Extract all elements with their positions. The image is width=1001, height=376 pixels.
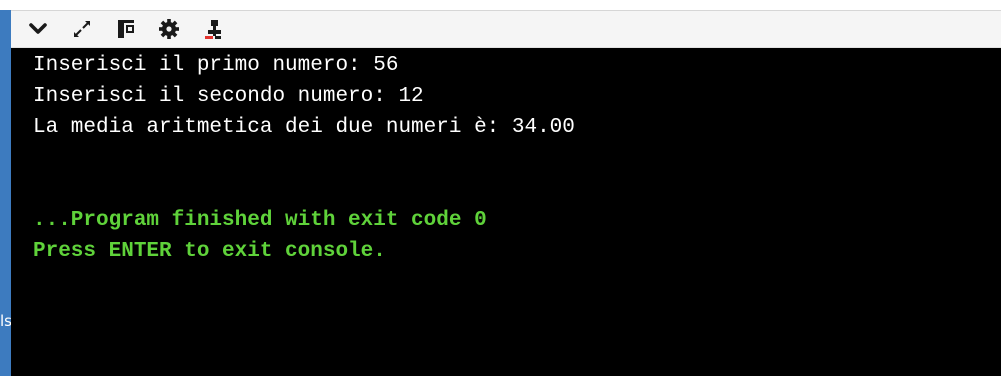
console-toolbar	[11, 10, 1001, 48]
top-strip	[0, 0, 1001, 10]
chevron-down-icon[interactable]	[26, 17, 50, 41]
layout-icon[interactable]	[114, 17, 138, 41]
sidebar-label[interactable]: ls	[0, 310, 11, 332]
console-line-prompt-first: Inserisci il primo numero: 56	[33, 54, 399, 77]
share-icon[interactable]	[201, 17, 225, 41]
console-output[interactable]: Inserisci il primo numero: 56 Inserisci …	[11, 48, 1001, 376]
console-line-result: La media aritmetica dei due numeri è: 34…	[33, 116, 575, 139]
console-exit-prompt: Press ENTER to exit console.	[33, 240, 386, 263]
online-compiler-window: ls Inserisci il primo numero: 56 Inseris…	[0, 0, 1001, 376]
gear-icon[interactable]	[157, 17, 181, 41]
console-exit-status: ...Program finished with exit code 0	[33, 209, 487, 232]
expand-icon[interactable]	[70, 17, 94, 41]
console-line-prompt-second: Inserisci il secondo numero: 12	[33, 85, 424, 108]
